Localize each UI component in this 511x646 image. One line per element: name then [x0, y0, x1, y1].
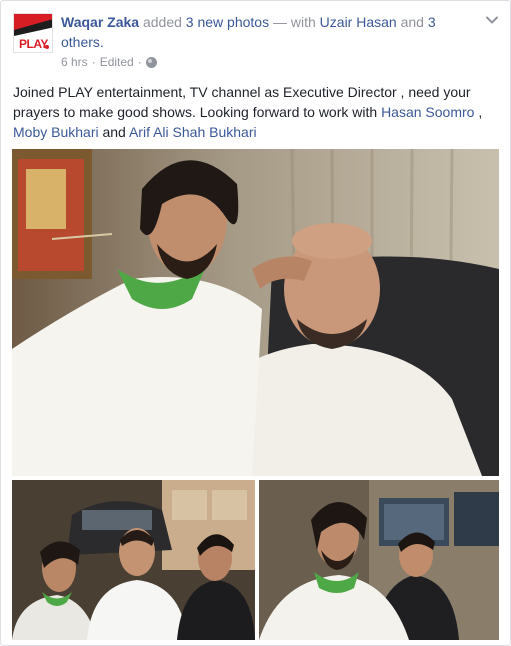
action-text: added [139, 14, 186, 30]
mention-link[interactable]: Arif Ali Shah Bukhari [129, 124, 257, 140]
post-body: Joined PLAY entertainment, TV channel as… [13, 82, 501, 142]
post-header: Waqar Zaka added 3 new photos — with Uza… [61, 12, 461, 52]
avatar-logo-dot [45, 45, 49, 49]
post-meta: 6 hrs · Edited · [61, 55, 157, 69]
photo-bottom-left-image [12, 480, 255, 640]
photo-main[interactable] [12, 149, 499, 476]
meta-separator: · [91, 55, 96, 69]
photos-link[interactable]: 3 new photos [186, 14, 269, 30]
photo-bottom-right-image [259, 480, 499, 640]
photo-main-image [12, 149, 499, 476]
with-text: — with [269, 14, 320, 30]
edited-link[interactable]: Edited [100, 55, 134, 69]
profile-avatar[interactable]: PLAY [13, 13, 53, 53]
timestamp-link[interactable]: 6 hrs [61, 55, 88, 69]
mention-link[interactable]: Hasan Soomro [381, 104, 474, 120]
mention-link[interactable]: Moby Bukhari [13, 124, 99, 140]
tagged-person-link[interactable]: Uzair Hasan [320, 14, 397, 30]
and-text: and [396, 14, 428, 30]
post-text-part: and [98, 124, 129, 140]
photo-bottom-left[interactable] [12, 480, 255, 640]
feed-post-card: PLAY Waqar Zaka added 3 new photos — wit… [0, 0, 511, 646]
author-link[interactable]: Waqar Zaka [61, 14, 139, 30]
avatar-logo-text: PLAY [19, 37, 48, 51]
photo-bottom-right[interactable] [259, 480, 499, 640]
meta-separator-2: · [137, 55, 142, 69]
post-text-part: , [474, 104, 483, 120]
globe-icon[interactable] [145, 56, 157, 68]
chevron-down-icon[interactable] [485, 13, 499, 27]
